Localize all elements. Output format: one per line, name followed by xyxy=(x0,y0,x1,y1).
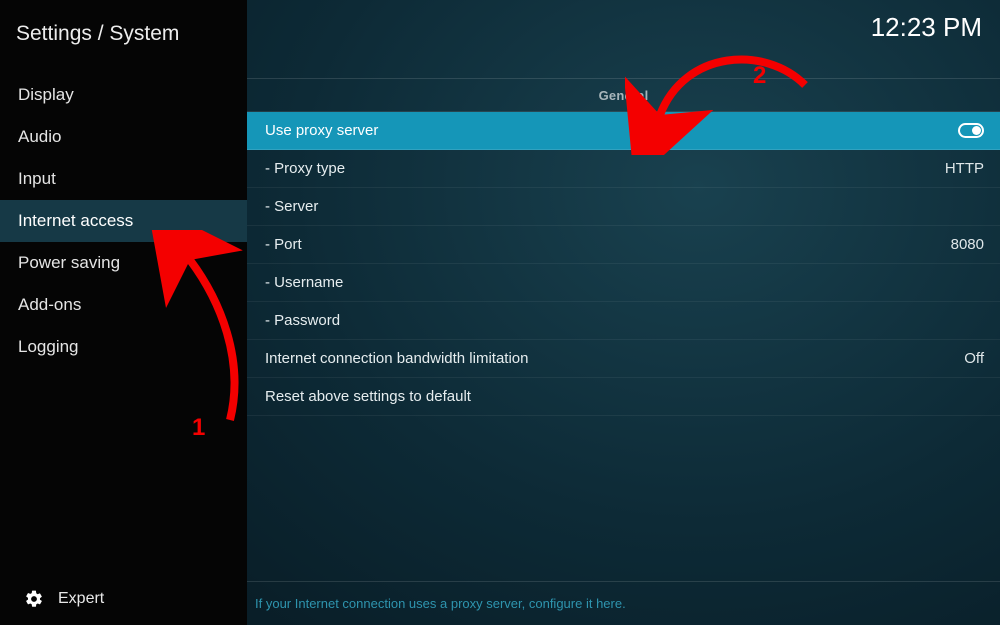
breadcrumb: Settings / System xyxy=(0,0,247,70)
footer-hint: If your Internet connection uses a proxy… xyxy=(247,581,1000,625)
sidebar-items: Display Audio Input Internet access Powe… xyxy=(0,74,247,368)
setting-label: Reset above settings to default xyxy=(265,388,471,405)
sidebar-item-logging[interactable]: Logging xyxy=(0,326,247,368)
sidebar-item-internet-access[interactable]: Internet access xyxy=(0,200,247,242)
setting-use-proxy-server[interactable]: Use proxy server xyxy=(247,112,1000,150)
main-panel: 12:23 PM General Use proxy server Proxy … xyxy=(247,0,1000,625)
sidebar-item-audio[interactable]: Audio xyxy=(0,116,247,158)
setting-label: Use proxy server xyxy=(265,122,378,139)
setting-bandwidth-limitation[interactable]: Internet connection bandwidth limitation… xyxy=(247,340,1000,378)
setting-label: Server xyxy=(265,198,318,215)
section-header: General xyxy=(247,78,1000,112)
sidebar: Settings / System Display Audio Input In… xyxy=(0,0,247,625)
sidebar-item-input[interactable]: Input xyxy=(0,158,247,200)
setting-password[interactable]: Password xyxy=(247,302,1000,340)
sidebar-item-display[interactable]: Display xyxy=(0,74,247,116)
setting-label: Internet connection bandwidth limitation xyxy=(265,350,529,367)
setting-value: 8080 xyxy=(951,236,984,253)
setting-label: Password xyxy=(265,312,340,329)
setting-value: HTTP xyxy=(945,160,984,177)
setting-server[interactable]: Server xyxy=(247,188,1000,226)
settings-level-label: Expert xyxy=(58,590,104,608)
setting-label: Username xyxy=(265,274,343,291)
setting-label: Port xyxy=(265,236,302,253)
setting-proxy-type[interactable]: Proxy type HTTP xyxy=(247,150,1000,188)
toggle-on-icon xyxy=(958,123,984,138)
setting-reset-defaults[interactable]: Reset above settings to default xyxy=(247,378,1000,416)
settings-level-button[interactable]: Expert xyxy=(0,573,247,625)
setting-port[interactable]: Port 8080 xyxy=(247,226,1000,264)
settings-list: Use proxy server Proxy type HTTP Server … xyxy=(247,112,1000,416)
section-header-label: General xyxy=(599,88,649,103)
sidebar-item-power-saving[interactable]: Power saving xyxy=(0,242,247,284)
clock: 12:23 PM xyxy=(871,12,982,43)
gear-icon xyxy=(24,589,44,609)
sidebar-item-add-ons[interactable]: Add-ons xyxy=(0,284,247,326)
topbar: 12:23 PM xyxy=(247,0,1000,78)
setting-username[interactable]: Username xyxy=(247,264,1000,302)
setting-label: Proxy type xyxy=(265,160,345,177)
setting-value: Off xyxy=(964,350,984,367)
